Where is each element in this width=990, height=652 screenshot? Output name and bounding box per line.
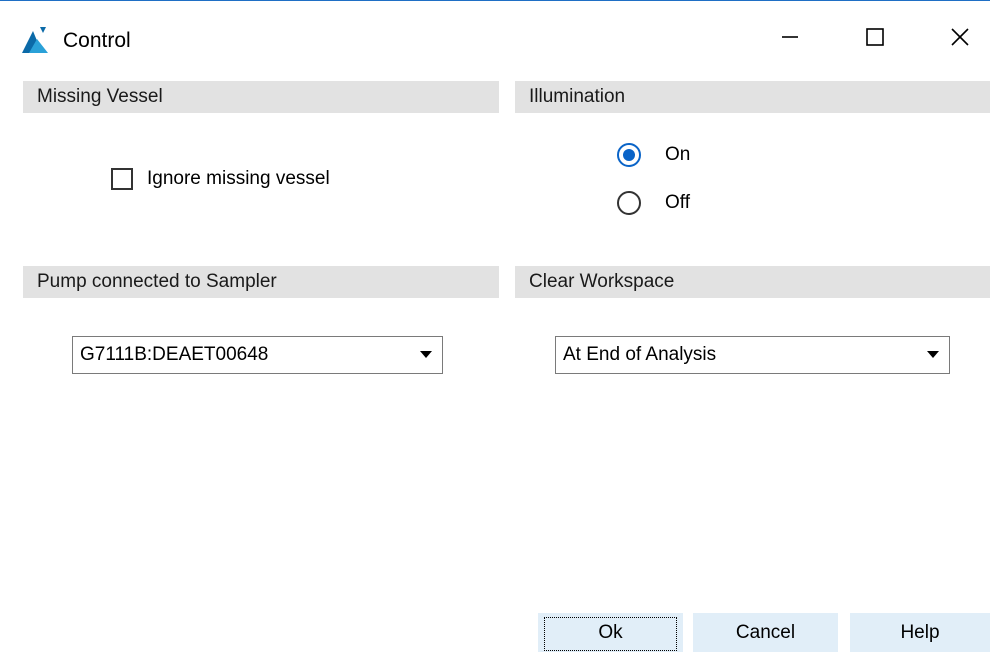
help-button-label: Help bbox=[900, 622, 940, 643]
clear-workspace-header: Clear Workspace bbox=[515, 266, 990, 298]
ok-button[interactable]: Ok bbox=[538, 613, 683, 652]
illumination-header: Illumination bbox=[515, 81, 990, 113]
cancel-button-label: Cancel bbox=[735, 622, 796, 643]
close-button[interactable] bbox=[930, 15, 990, 63]
app-logo-icon bbox=[20, 25, 50, 55]
dropdown-arrow-icon[interactable] bbox=[420, 351, 432, 358]
clear-workspace-select-value: At End of Analysis bbox=[563, 344, 717, 365]
cancel-button[interactable]: Cancel bbox=[693, 613, 838, 652]
pump-select[interactable]: G7111B:DEAET00648 bbox=[72, 336, 443, 374]
title-bar: Control bbox=[0, 1, 990, 75]
maximize-icon bbox=[866, 27, 884, 51]
checkbox-box[interactable] bbox=[111, 168, 133, 190]
ignore-missing-vessel-checkbox[interactable]: Ignore missing vessel bbox=[111, 167, 330, 191]
minimize-icon bbox=[781, 28, 799, 51]
illumination-off-label[interactable]: Off bbox=[665, 191, 690, 215]
control-dialog: Control Missing Vessel Ignore missing ve… bbox=[0, 0, 990, 652]
illumination-on-radio[interactable]: On bbox=[617, 143, 690, 167]
close-icon bbox=[950, 27, 970, 52]
pump-connected-header: Pump connected to Sampler bbox=[23, 266, 499, 298]
radio-unchecked-icon[interactable] bbox=[617, 191, 641, 215]
dropdown-arrow-icon[interactable] bbox=[927, 351, 939, 358]
help-button[interactable]: Help bbox=[850, 613, 990, 652]
radio-checked-icon[interactable] bbox=[617, 143, 641, 167]
ignore-missing-vessel-label[interactable]: Ignore missing vessel bbox=[147, 167, 330, 191]
illumination-on-label[interactable]: On bbox=[665, 143, 690, 167]
window-title: Control bbox=[63, 29, 131, 52]
pump-select-value: G7111B:DEAET00648 bbox=[80, 344, 269, 365]
minimize-button[interactable] bbox=[760, 15, 820, 63]
maximize-button[interactable] bbox=[845, 15, 905, 63]
clear-workspace-select[interactable]: At End of Analysis bbox=[555, 336, 950, 374]
focus-rectangle bbox=[544, 617, 677, 651]
missing-vessel-header: Missing Vessel bbox=[23, 81, 499, 113]
illumination-off-radio[interactable]: Off bbox=[617, 191, 690, 215]
